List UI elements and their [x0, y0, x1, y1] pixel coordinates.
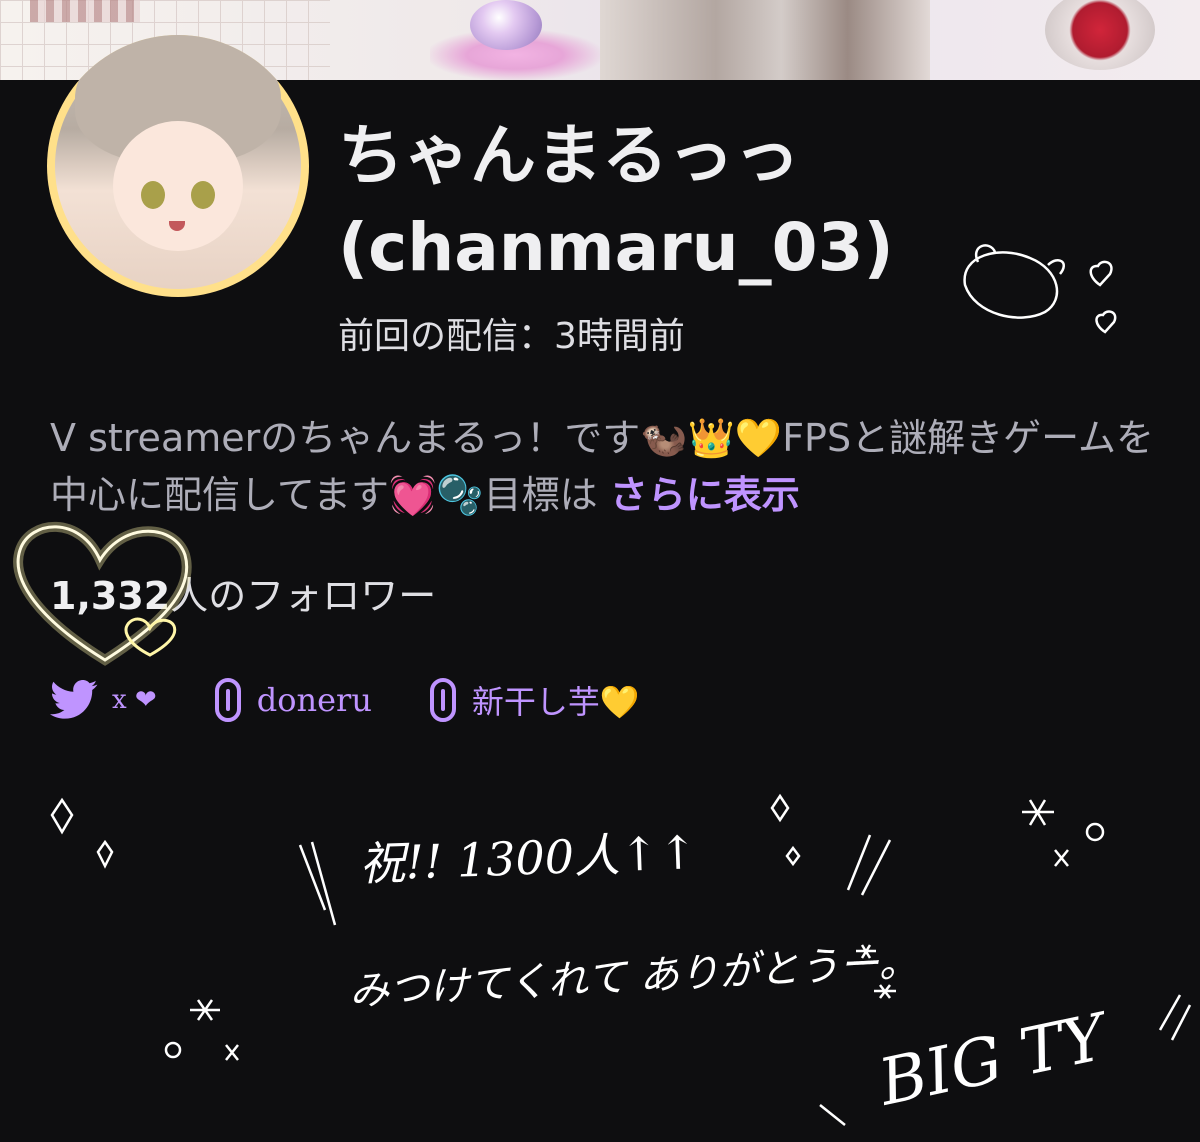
channel-avatar[interactable] — [47, 35, 309, 297]
bio-text: V streamerのちゃんまるっ！です🦦👑💛FPSと謎解きゲームを中心に配信し… — [50, 416, 1154, 517]
username: (chanmaru_03) — [338, 209, 894, 286]
banner-gingham-ribbon — [30, 0, 140, 22]
big-ty-text: BIG TY — [872, 1000, 1118, 1121]
sparkle-icon — [50, 793, 1105, 1061]
link-icon — [214, 678, 241, 722]
last-stream-time: 前回の配信：3時間前 — [338, 316, 685, 357]
banner-heart-decoration — [1045, 0, 1155, 70]
social-link-x-label: x ❤ — [112, 685, 157, 715]
twitter-bird-icon — [50, 680, 98, 719]
social-link-doneru-label: doneru — [256, 681, 372, 719]
follower-count: 1,332人のフォロワー — [50, 565, 436, 620]
emphasis-marks — [298, 834, 1192, 1126]
show-more-link[interactable]: さらに表示 — [610, 473, 800, 517]
celebration-text: 祝!! 1300人↑↑ — [358, 825, 697, 891]
link-icon — [429, 678, 456, 722]
banner-character-art — [600, 0, 930, 80]
banner-pearl — [470, 0, 542, 50]
display-name: ちゃんまるっっ — [338, 117, 800, 194]
thanks-text: みつけてくれて ありがとうー。 — [348, 939, 920, 1015]
social-links: x ❤ doneru 新干し芋💛 — [50, 672, 696, 728]
follower-number: 1,332 — [50, 574, 171, 618]
social-link-doneru[interactable]: doneru — [213, 677, 372, 723]
social-link-hoshiimo[interactable]: 新干し芋💛 — [428, 677, 640, 723]
follower-label: 人のフォロワー — [170, 574, 437, 618]
bear-doodle-icon — [963, 244, 1117, 334]
channel-bio: V streamerのちゃんまるっ！です🦦👑💛FPSと謎解きゲームを中心に配信し… — [50, 410, 1160, 524]
social-link-hoshiimo-label: 新干し芋💛 — [471, 683, 640, 721]
channel-name: ちゃんまるっっ (chanmaru_03) — [338, 110, 958, 294]
social-link-x[interactable]: x ❤ — [50, 680, 157, 720]
